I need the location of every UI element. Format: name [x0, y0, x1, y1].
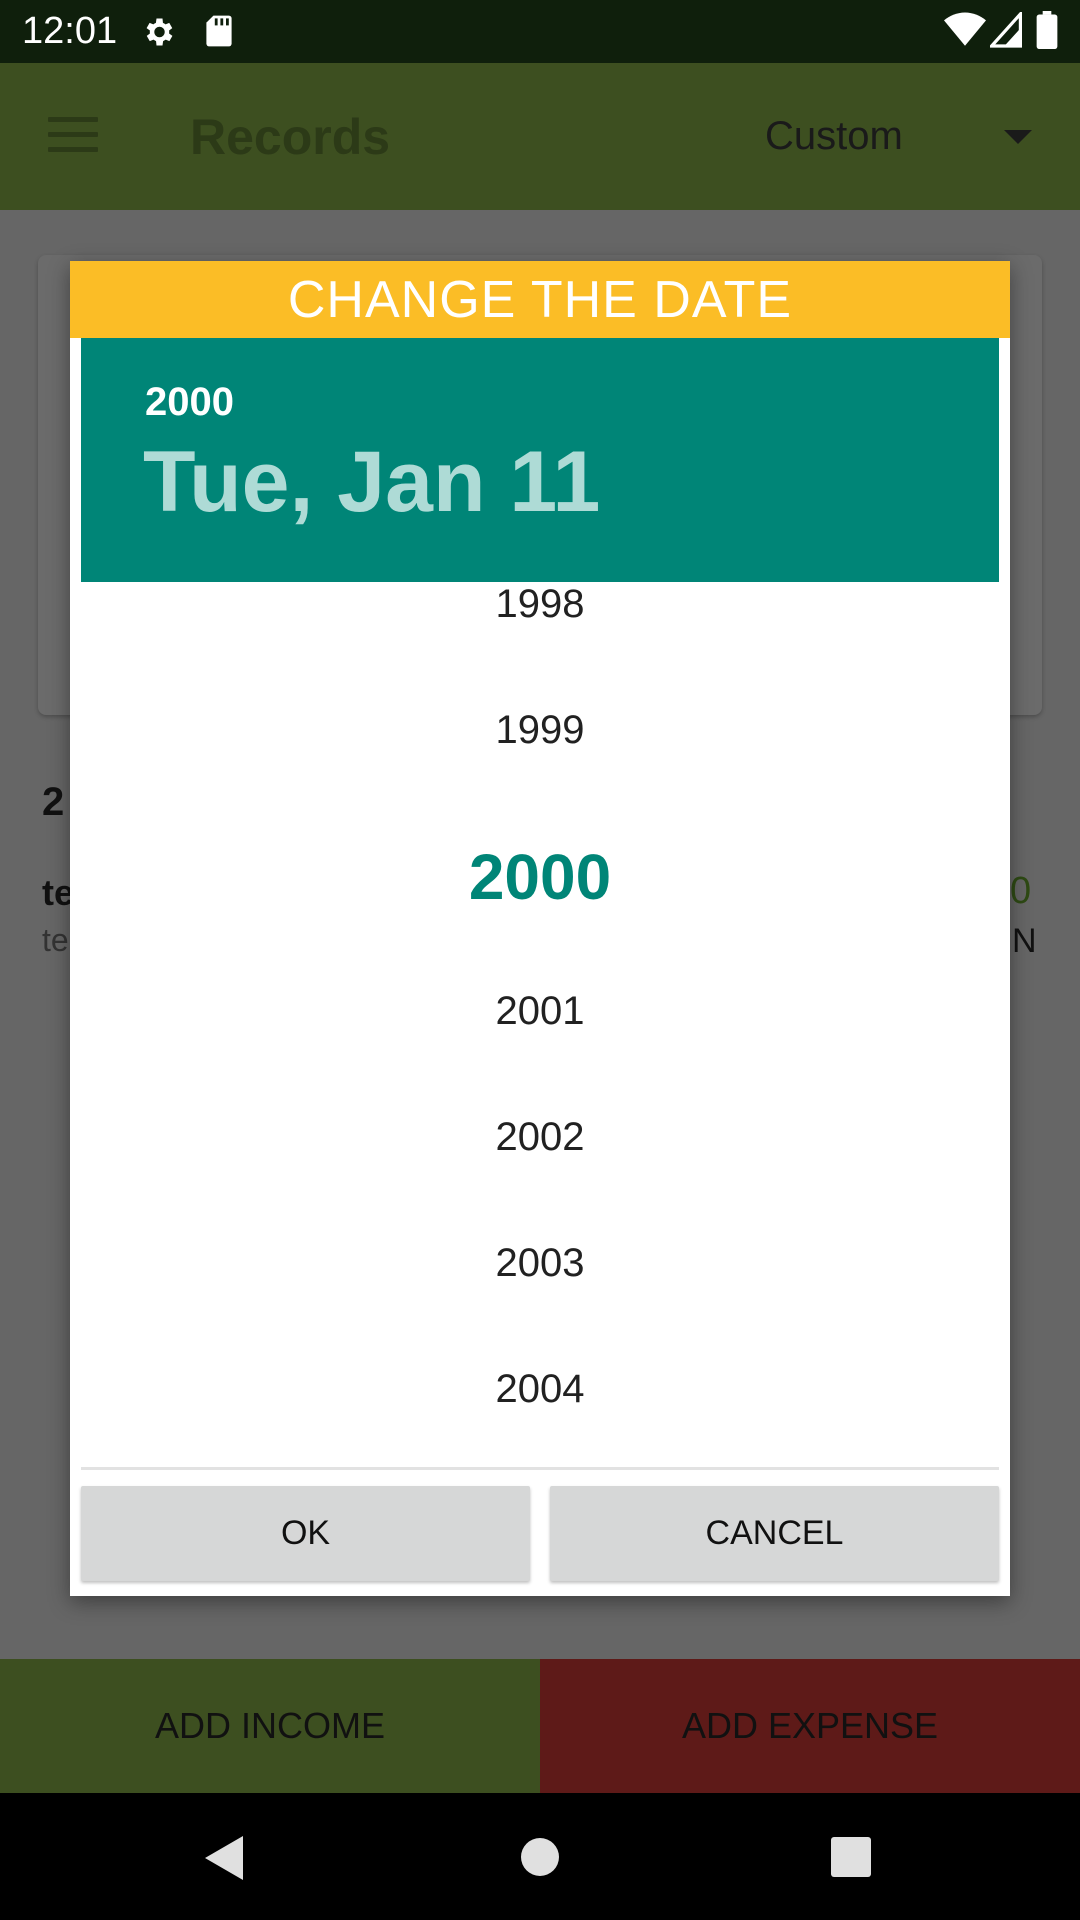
- records-date-heading: 2: [42, 780, 65, 824]
- status-time: 12:01: [22, 10, 118, 52]
- home-icon[interactable]: [521, 1838, 559, 1876]
- app-bar: [0, 63, 1080, 210]
- status-bar: 12:01: [0, 0, 1080, 63]
- year-item[interactable]: 2001: [70, 989, 1010, 1034]
- hamburger-menu-icon[interactable]: [48, 117, 98, 153]
- page-title: Records: [190, 109, 391, 165]
- cell-signal-icon: [990, 12, 1022, 48]
- header-date[interactable]: Tue, Jan 11: [143, 433, 600, 532]
- dialog-divider: [81, 1467, 999, 1470]
- sd-card-icon: [206, 15, 232, 47]
- year-item-selected[interactable]: 2000: [70, 840, 1010, 914]
- year-item[interactable]: 2004: [70, 1367, 1010, 1412]
- date-picker-header: 2000 Tue, Jan 11: [81, 338, 999, 582]
- record-item-currency: N: [1012, 922, 1037, 960]
- header-year[interactable]: 2000: [145, 380, 234, 425]
- year-item[interactable]: 1998: [70, 582, 1010, 627]
- date-picker-dialog: CHANGE THE DATE 2000 Tue, Jan 11 1998 19…: [70, 261, 1010, 1596]
- dialog-title: CHANGE THE DATE: [70, 261, 1010, 338]
- record-item-amount: 0: [1010, 870, 1032, 912]
- recents-icon[interactable]: [831, 1837, 871, 1877]
- back-icon[interactable]: [205, 1836, 243, 1880]
- year-item[interactable]: 2003: [70, 1241, 1010, 1286]
- record-item-subtitle: te: [42, 922, 69, 958]
- battery-icon: [1036, 11, 1058, 49]
- chevron-down-icon[interactable]: [1004, 130, 1032, 144]
- ok-button[interactable]: OK: [81, 1486, 530, 1581]
- settings-gear-icon: [146, 18, 173, 46]
- cancel-button[interactable]: CANCEL: [550, 1486, 999, 1581]
- year-item[interactable]: 1999: [70, 708, 1010, 753]
- filter-dropdown[interactable]: Custom: [765, 114, 903, 159]
- year-item[interactable]: 2002: [70, 1115, 1010, 1160]
- wifi-icon: [944, 12, 986, 46]
